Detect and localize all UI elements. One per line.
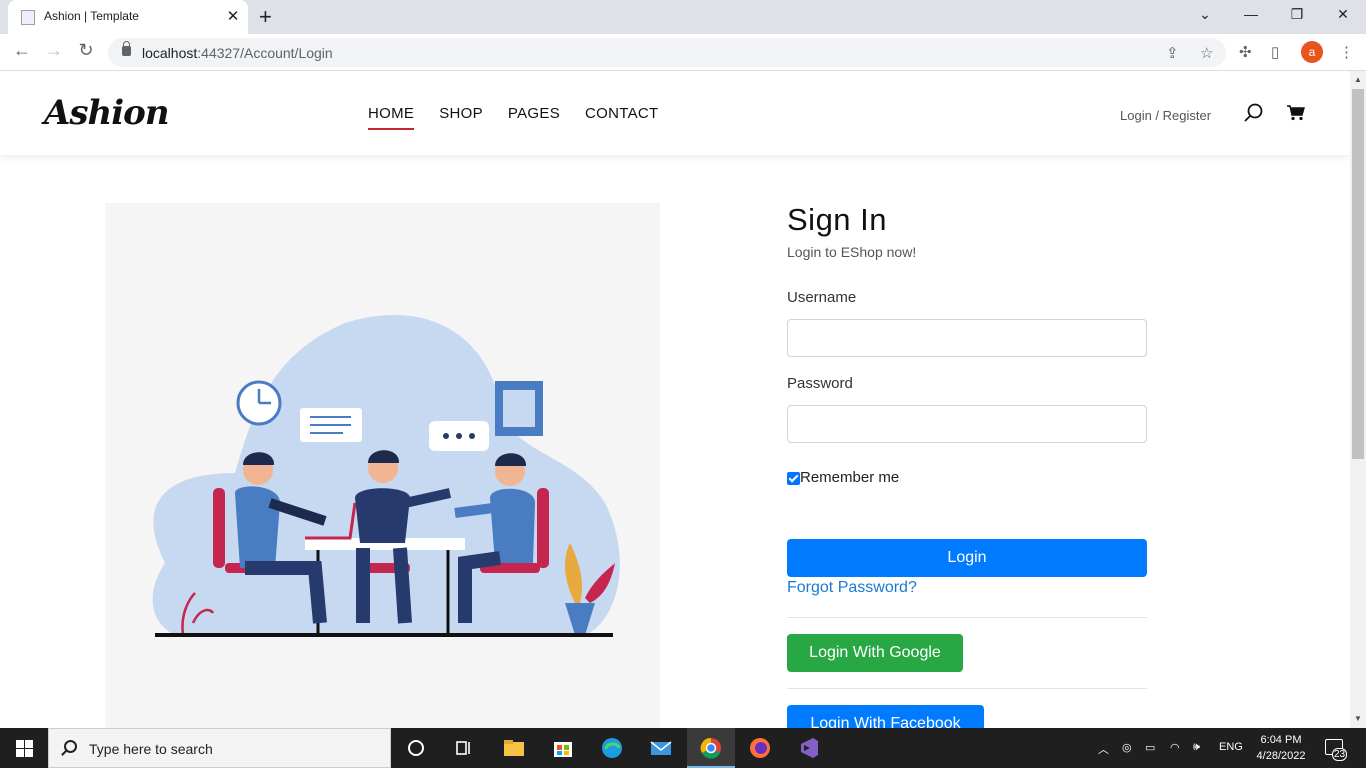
chrome-icon bbox=[700, 737, 721, 759]
share-icon[interactable]: ⇪ bbox=[1166, 44, 1179, 62]
extensions-icon[interactable]: ✣ bbox=[1239, 43, 1252, 61]
divider bbox=[787, 617, 1147, 618]
site-header: Ashion HOME SHOP PAGES CONTACT Login / R… bbox=[0, 71, 1350, 155]
tab-search-icon[interactable]: ⌄ bbox=[1195, 6, 1215, 23]
volume-icon[interactable]: 🕪 bbox=[1193, 741, 1200, 754]
file-explorer-icon[interactable] bbox=[500, 734, 528, 762]
side-panel-icon[interactable]: ▯ bbox=[1271, 43, 1279, 61]
nav-shop[interactable]: SHOP bbox=[439, 105, 483, 130]
login-google-button[interactable]: Login With Google bbox=[787, 634, 963, 672]
language-indicator[interactable]: ENG bbox=[1219, 741, 1243, 753]
chrome-menu-icon[interactable]: ⋮ bbox=[1339, 43, 1354, 61]
remember-me-label[interactable]: Remember me bbox=[800, 469, 899, 486]
taskbar-clock[interactable]: 6:04 PM 4/28/2022 bbox=[1256, 732, 1306, 764]
nav-pages[interactable]: PAGES bbox=[508, 105, 560, 130]
taskbar-search-placeholder: Type here to search bbox=[89, 741, 213, 757]
site-logo[interactable]: Ashion bbox=[44, 93, 170, 133]
login-button[interactable]: Login bbox=[787, 539, 1147, 577]
bookmark-star-icon[interactable]: ☆ bbox=[1200, 44, 1213, 62]
new-tab-icon[interactable]: + bbox=[259, 4, 272, 30]
scrollbar-thumb[interactable] bbox=[1352, 89, 1364, 459]
mail-icon[interactable] bbox=[647, 734, 675, 762]
nav-contact[interactable]: CONTACT bbox=[585, 105, 658, 130]
close-window-icon[interactable]: ✕ bbox=[1333, 6, 1353, 23]
clock-date: 4/28/2022 bbox=[1256, 750, 1306, 762]
page-favicon-icon bbox=[21, 10, 35, 25]
username-label: Username bbox=[787, 289, 857, 306]
remember-me-checkbox[interactable] bbox=[787, 471, 800, 485]
page-scrollbar[interactable]: ▲ ▼ bbox=[1350, 71, 1366, 728]
login-illustration bbox=[105, 203, 660, 728]
scroll-down-icon[interactable]: ▼ bbox=[1354, 714, 1362, 723]
search-icon[interactable] bbox=[1243, 102, 1265, 124]
back-icon[interactable]: ← bbox=[11, 40, 33, 61]
url-text[interactable]: localhost:44327/Account/Login bbox=[142, 45, 333, 61]
windows-start-icon[interactable] bbox=[16, 740, 33, 757]
web-page: Ashion HOME SHOP PAGES CONTACT Login / R… bbox=[0, 71, 1350, 728]
nav-home[interactable]: HOME bbox=[368, 105, 415, 130]
browser-tab[interactable]: Ashion | Template ✕ bbox=[8, 0, 248, 34]
tab-title: Ashion | Template bbox=[44, 9, 139, 23]
profile-avatar[interactable]: a bbox=[1301, 41, 1323, 63]
password-label: Password bbox=[787, 375, 853, 392]
password-input[interactable] bbox=[787, 405, 1147, 443]
login-facebook-button[interactable]: Login With Facebook bbox=[787, 705, 984, 728]
visual-studio-icon[interactable] bbox=[795, 734, 823, 762]
taskbar-search-box[interactable]: Type here to search bbox=[48, 728, 391, 768]
edge-icon[interactable] bbox=[598, 734, 626, 762]
forward-icon[interactable]: → bbox=[43, 40, 65, 61]
scroll-up-icon[interactable]: ▲ bbox=[1354, 75, 1362, 84]
tab-close-icon[interactable]: ✕ bbox=[224, 7, 242, 25]
username-input[interactable] bbox=[787, 319, 1147, 357]
page-subtitle: Login to EShop now! bbox=[787, 244, 917, 260]
login-form: Sign In Login to EShop now! Username Pas… bbox=[787, 202, 1147, 728]
chrome-taskbar-active[interactable] bbox=[687, 728, 735, 768]
cart-icon[interactable] bbox=[1287, 105, 1305, 121]
battery-icon[interactable]: ▭ bbox=[1145, 741, 1155, 754]
reload-icon[interactable]: ↻ bbox=[75, 40, 97, 61]
main-nav: HOME SHOP PAGES CONTACT bbox=[368, 105, 658, 130]
firefox-icon[interactable] bbox=[746, 734, 774, 762]
address-bar[interactable]: localhost:44327/Account/Login ⇪ ☆ bbox=[108, 38, 1226, 67]
windows-taskbar: Type here to search ︿ ◎ ▭ ◠ 🕪 ENG 6:04 P… bbox=[0, 728, 1366, 768]
wifi-icon[interactable]: ◠ bbox=[1170, 741, 1180, 754]
login-register-link[interactable]: Login / Register bbox=[1120, 108, 1211, 123]
notification-count-badge: 23 bbox=[1332, 748, 1348, 761]
browser-titlebar: Ashion | Template ✕ + ⌄ — ❐ ✕ bbox=[0, 0, 1366, 34]
forgot-password-link[interactable]: Forgot Password? bbox=[787, 579, 917, 597]
search-icon bbox=[64, 740, 77, 753]
divider bbox=[787, 688, 1147, 689]
minimize-icon[interactable]: — bbox=[1241, 6, 1261, 22]
restore-icon[interactable]: ❐ bbox=[1287, 6, 1307, 23]
lock-icon[interactable] bbox=[122, 41, 131, 56]
cortana-icon[interactable] bbox=[402, 734, 430, 762]
camera-icon[interactable]: ◎ bbox=[1122, 741, 1132, 754]
meeting-illustration-image bbox=[152, 314, 620, 637]
microsoft-store-icon[interactable] bbox=[549, 734, 577, 762]
browser-toolbar: ← → ↻ localhost:44327/Account/Login ⇪ ☆ bbox=[0, 34, 1366, 71]
page-title: Sign In bbox=[787, 202, 888, 237]
remember-me-row: Remember me bbox=[787, 469, 899, 486]
task-view-icon[interactable] bbox=[450, 734, 478, 762]
clock-time: 6:04 PM bbox=[1260, 734, 1302, 746]
tray-overflow-icon[interactable]: ︿ bbox=[1098, 741, 1109, 757]
